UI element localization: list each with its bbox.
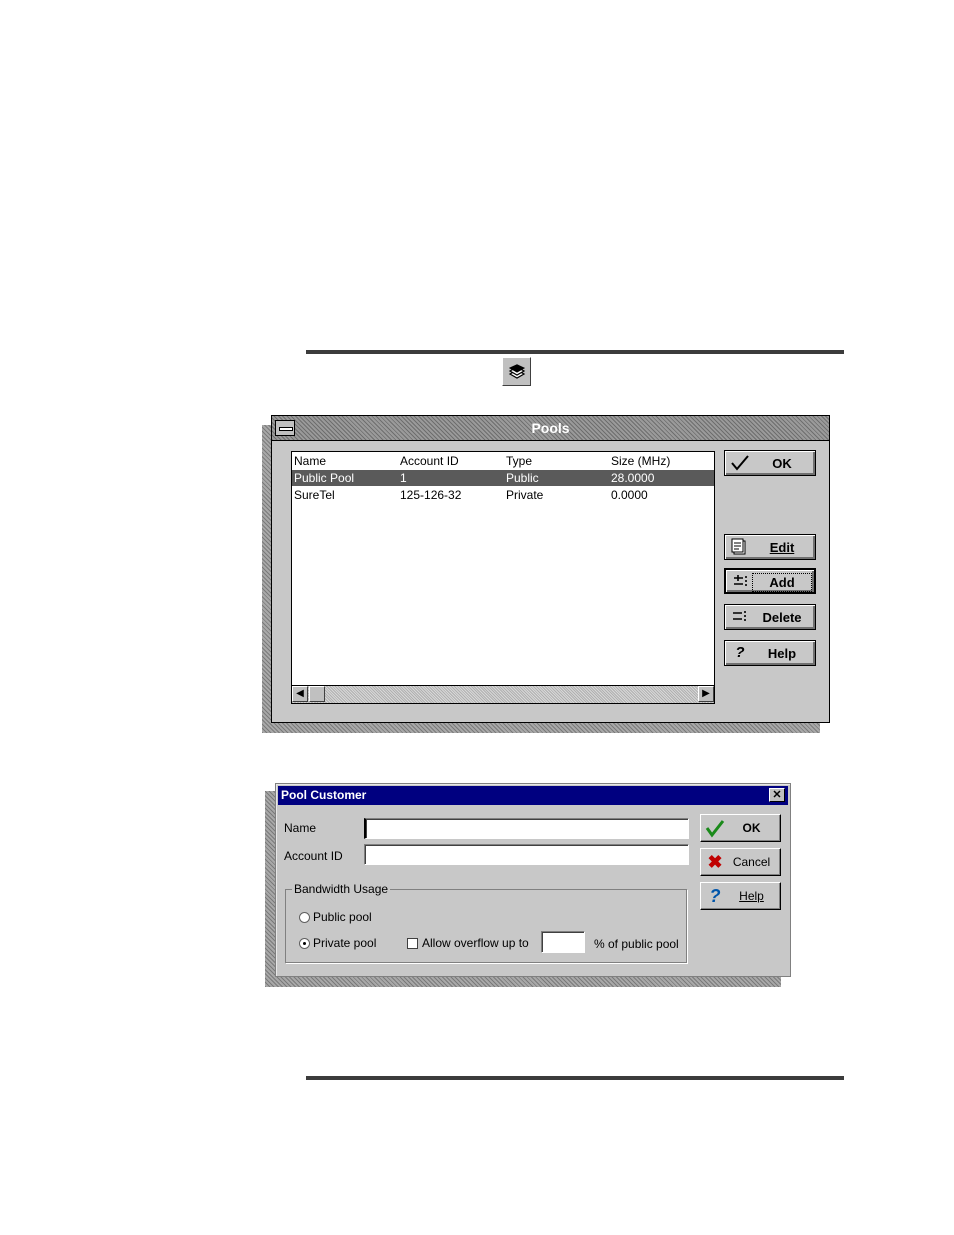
add-button-label: Add	[752, 573, 812, 592]
pools-window-title: Pools	[531, 420, 570, 436]
customer-help-label: Help	[739, 889, 764, 903]
customer-ok-label: OK	[742, 821, 761, 835]
cell-type: Private	[506, 488, 544, 502]
cell-name: Public Pool	[294, 471, 355, 485]
cell-account-id: 125-126-32	[400, 488, 462, 502]
name-field[interactable]	[364, 818, 689, 839]
edit-button-label: Edit	[769, 540, 795, 555]
customer-help-button[interactable]: ? Help	[700, 882, 781, 910]
pools-toolbar-icon[interactable]	[502, 357, 531, 386]
bandwidth-usage-label: Bandwidth Usage	[292, 882, 391, 896]
overflow-percent-field[interactable]	[541, 931, 585, 953]
column-header-account-id[interactable]: Account ID	[400, 453, 459, 469]
add-item-icon	[731, 573, 751, 591]
delete-item-icon	[730, 608, 750, 626]
scroll-left-button[interactable]: ◀	[292, 686, 308, 702]
list-item[interactable]: Public Pool 1 Public 28.0000	[292, 470, 714, 486]
private-pool-radio[interactable]	[299, 938, 310, 949]
allow-overflow-checkbox[interactable]	[407, 938, 418, 949]
column-header-name[interactable]: Name	[294, 453, 326, 469]
ok-button[interactable]: OK	[724, 450, 816, 476]
cancel-label: Cancel	[732, 855, 771, 869]
pools-stack-icon	[508, 363, 525, 379]
edit-button[interactable]: Edit	[724, 534, 816, 560]
account-id-label: Account ID	[284, 849, 343, 863]
question-icon: ?	[709, 886, 721, 906]
top-rule	[306, 350, 844, 354]
pools-window: Pools Name Account ID Type Size (MHz) Pu…	[271, 415, 830, 723]
pools-list[interactable]: Name Account ID Type Size (MHz) Public P…	[291, 451, 715, 704]
close-button[interactable]: ✕	[769, 788, 785, 802]
add-button[interactable]: Add	[724, 568, 816, 594]
private-pool-label[interactable]: Private pool	[313, 936, 376, 950]
name-label: Name	[284, 821, 317, 835]
cell-size: 0.0000	[611, 488, 648, 502]
scroll-right-button[interactable]: ▶	[698, 686, 714, 702]
help-button-label: Help	[767, 646, 797, 661]
edit-document-icon	[730, 538, 750, 556]
cell-type: Public	[506, 471, 539, 485]
overflow-suffix-label: % of public pool	[594, 937, 679, 951]
help-button[interactable]: ? Help	[724, 640, 816, 666]
pool-customer-dialog: Pool Customer ✕ Name Account ID Bandwidt…	[275, 783, 791, 977]
list-item[interactable]: SureTel 125-126-32 Private 0.0000	[292, 487, 714, 503]
pools-titlebar[interactable]: Pools	[272, 416, 829, 441]
close-icon: ✕	[772, 789, 782, 801]
checkmark-icon	[705, 818, 725, 838]
scroll-thumb[interactable]	[309, 686, 325, 702]
cell-size: 28.0000	[611, 471, 655, 485]
cancel-x-icon: ✖	[707, 852, 723, 872]
column-header-size[interactable]: Size (MHz)	[611, 453, 670, 469]
public-pool-label[interactable]: Public pool	[313, 910, 372, 924]
delete-button[interactable]: Delete	[724, 604, 816, 630]
bandwidth-usage-group: Bandwidth Usage Public pool Private pool…	[285, 882, 687, 963]
list-header: Name Account ID Type Size (MHz)	[292, 453, 714, 469]
ok-button-label: OK	[772, 456, 792, 471]
bottom-rule	[306, 1076, 844, 1080]
customer-titlebar[interactable]: Pool Customer ✕	[278, 786, 788, 805]
question-icon: ?	[735, 644, 745, 661]
customer-ok-button[interactable]: OK	[700, 814, 781, 842]
allow-overflow-label[interactable]: Allow overflow up to	[422, 936, 529, 950]
checkmark-icon	[730, 454, 750, 472]
delete-button-label: Delete	[762, 610, 802, 625]
cell-account-id: 1	[400, 471, 407, 485]
public-pool-radio[interactable]	[299, 912, 310, 923]
customer-dialog-title: Pool Customer	[281, 788, 367, 802]
column-header-type[interactable]: Type	[506, 453, 532, 469]
cancel-button[interactable]: ✖ Cancel	[700, 848, 781, 876]
horizontal-scrollbar[interactable]: ◀ ▶	[292, 685, 714, 703]
account-id-field[interactable]	[364, 844, 689, 865]
cell-name: SureTel	[294, 488, 335, 502]
